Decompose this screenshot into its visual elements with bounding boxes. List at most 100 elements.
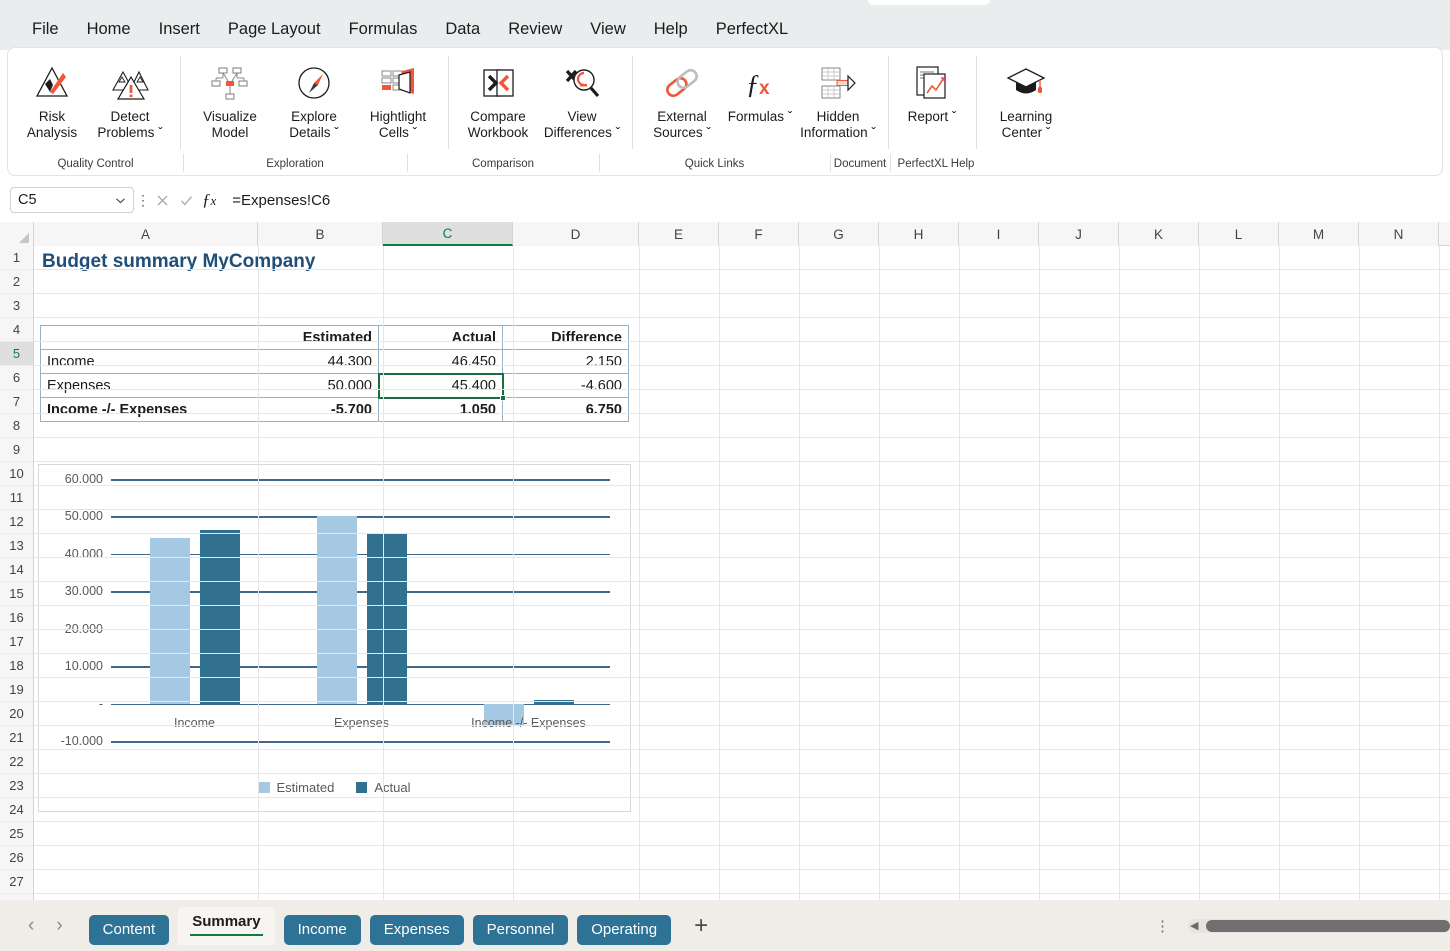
row-header-25[interactable]: 25 (0, 822, 33, 846)
row-header-24[interactable]: 24 (0, 798, 33, 822)
ribbon-tab-perfectxl[interactable]: PerfectXL (702, 16, 802, 43)
row-header-8[interactable]: 8 (0, 414, 33, 438)
table-header-cell[interactable]: Estimated (259, 326, 379, 350)
row-header-6[interactable]: 6 (0, 366, 33, 390)
row-header-23[interactable]: 23 (0, 774, 33, 798)
visualize-model-button[interactable]: Visualize Model (188, 54, 272, 140)
scrollbar-thumb[interactable] (1206, 920, 1450, 932)
cancel-icon[interactable] (154, 192, 171, 209)
external-sources-button[interactable]: External Sources ˇ (640, 54, 724, 140)
sheet-tab-expenses[interactable]: Expenses (370, 915, 464, 945)
formulas-button[interactable]: ƒxFormulas ˇ (724, 54, 796, 125)
selected-cell-c5[interactable]: 45.400 (379, 374, 503, 398)
hightlight-cells-button[interactable]: Hightlight Cells ˇ (356, 54, 440, 140)
table-cell-estimated[interactable]: 44.300 (259, 350, 379, 374)
chart-bar[interactable] (367, 534, 407, 704)
column-header-E[interactable]: E (639, 222, 719, 246)
row-header-13[interactable]: 13 (0, 534, 33, 558)
row-header-2[interactable]: 2 (0, 270, 33, 294)
horizontal-scrollbar[interactable]: ◀ (1188, 919, 1450, 933)
row-header-16[interactable]: 16 (0, 606, 33, 630)
table-cell-difference[interactable]: -4.600 (503, 374, 629, 398)
add-sheet-icon[interactable]: + (694, 912, 708, 940)
column-header-D[interactable]: D (513, 222, 639, 246)
name-box[interactable]: C5 (10, 187, 134, 213)
table-row-label[interactable]: Income -/- Expenses (41, 398, 259, 422)
row-header-1[interactable]: 1 (0, 246, 33, 270)
select-all-corner[interactable] (0, 222, 34, 246)
row-header-15[interactable]: 15 (0, 582, 33, 606)
table-header-cell[interactable] (41, 326, 259, 350)
table-row-label[interactable]: Income (41, 350, 259, 374)
ribbon-tab-review[interactable]: Review (494, 16, 576, 43)
view-differences-button[interactable]: View Differences ˇ (540, 54, 624, 140)
ribbon-tab-help[interactable]: Help (640, 16, 702, 43)
row-header-3[interactable]: 3 (0, 294, 33, 318)
column-header-F[interactable]: F (719, 222, 799, 246)
formula-input[interactable]: =Expenses!C6 (226, 187, 1440, 213)
ribbon-tab-view[interactable]: View (576, 16, 639, 43)
row-header-11[interactable]: 11 (0, 486, 33, 510)
row-header-10[interactable]: 10 (0, 462, 33, 486)
ribbon-tab-data[interactable]: Data (431, 16, 494, 43)
row-header-18[interactable]: 18 (0, 654, 33, 678)
report-button[interactable]: Report ˇ (896, 54, 968, 125)
row-header-4[interactable]: 4 (0, 318, 33, 342)
ribbon-tab-file[interactable]: File (18, 16, 73, 43)
budget-chart[interactable]: 60.00050.00040.00030.00020.00010.000--10… (38, 464, 631, 812)
sheet-tab-personnel[interactable]: Personnel (473, 915, 569, 945)
explore-details-button[interactable]: Explore Details ˇ (272, 54, 356, 140)
column-header-M[interactable]: M (1279, 222, 1359, 246)
row-header-22[interactable]: 22 (0, 750, 33, 774)
more-options-icon[interactable]: ⋮ (1155, 917, 1170, 935)
sheet-tab-summary[interactable]: Summary (178, 907, 274, 945)
table-cell-estimated[interactable]: -5.700 (259, 398, 379, 422)
insert-function-icon[interactable]: ƒx (202, 190, 216, 210)
row-header-7[interactable]: 7 (0, 390, 33, 414)
column-header-K[interactable]: K (1119, 222, 1199, 246)
ribbon-tab-formulas[interactable]: Formulas (335, 16, 432, 43)
row-header-19[interactable]: 19 (0, 678, 33, 702)
column-header-N[interactable]: N (1359, 222, 1439, 246)
chart-bar[interactable] (150, 538, 190, 704)
row-header-27[interactable]: 27 (0, 870, 33, 894)
row-header-26[interactable]: 26 (0, 846, 33, 870)
ribbon-tab-insert[interactable]: Insert (145, 16, 214, 43)
table-cell-actual[interactable]: 46.450 (379, 350, 503, 374)
table-header-cell[interactable]: Difference (503, 326, 629, 350)
row-header-12[interactable]: 12 (0, 510, 33, 534)
column-header-B[interactable]: B (258, 222, 383, 246)
risk-analysis-button[interactable]: Risk Analysis (16, 54, 88, 140)
detect-problems-button[interactable]: Detect Problems ˇ (88, 54, 172, 140)
column-header-A[interactable]: A (34, 222, 258, 246)
name-box-more-icon[interactable]: ⋮ (134, 192, 152, 209)
column-header-C[interactable]: C (383, 222, 513, 246)
column-header-J[interactable]: J (1039, 222, 1119, 246)
table-cell-difference[interactable]: 6.750 (503, 398, 629, 422)
column-header-G[interactable]: G (799, 222, 879, 246)
row-header-21[interactable]: 21 (0, 726, 33, 750)
table-cell-difference[interactable]: 2.150 (503, 350, 629, 374)
table-row-label[interactable]: Expenses (41, 374, 259, 398)
chart-legend-item[interactable]: Estimated (259, 780, 335, 795)
table-header-cell[interactable]: Actual (379, 326, 503, 350)
chevron-left-icon[interactable]: ‹ (28, 915, 34, 937)
hidden-information-button[interactable]: Hidden Information ˇ (796, 54, 880, 140)
column-header-I[interactable]: I (959, 222, 1039, 246)
learning-center-button[interactable]: Learning Center ˇ (984, 54, 1068, 140)
chart-bar[interactable] (317, 516, 357, 703)
column-header-H[interactable]: H (879, 222, 959, 246)
sheet-tab-operating[interactable]: Operating (577, 915, 671, 945)
row-header-17[interactable]: 17 (0, 630, 33, 654)
compare-workbook-button[interactable]: Compare Workbook (456, 54, 540, 140)
confirm-icon[interactable] (178, 192, 195, 209)
column-header-L[interactable]: L (1199, 222, 1279, 246)
row-header-20[interactable]: 20 (0, 702, 33, 726)
table-cell-estimated[interactable]: 50.000 (259, 374, 379, 398)
chevron-right-icon[interactable]: › (56, 915, 62, 937)
table-cell-actual[interactable]: 1.050 (379, 398, 503, 422)
ribbon-tab-page-layout[interactable]: Page Layout (214, 16, 335, 43)
sheet-tab-income[interactable]: Income (284, 915, 361, 945)
row-header-5[interactable]: 5 (0, 342, 33, 366)
ribbon-tab-home[interactable]: Home (73, 16, 145, 43)
